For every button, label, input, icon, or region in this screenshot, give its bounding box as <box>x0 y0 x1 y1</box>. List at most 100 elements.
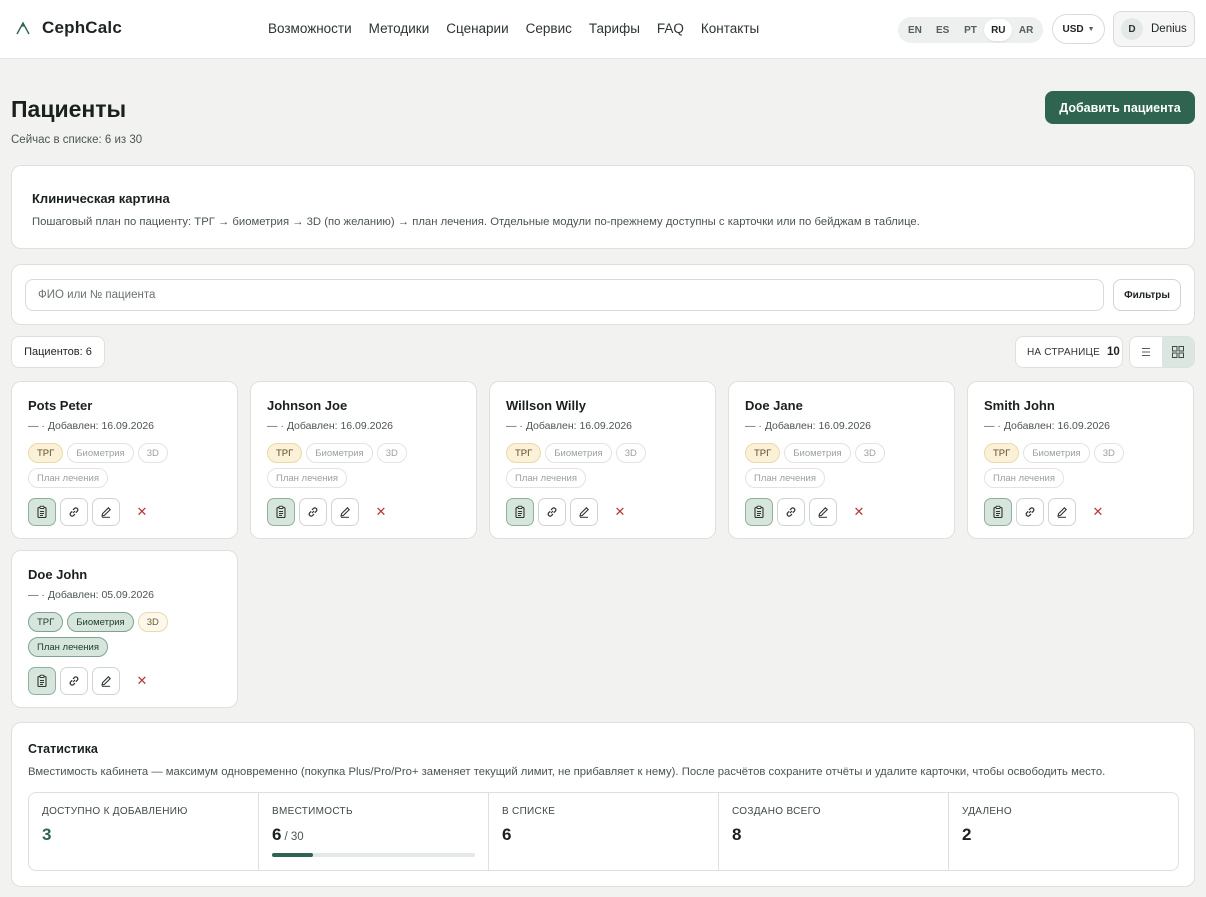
share-link-button[interactable] <box>1016 498 1044 526</box>
nav-faq[interactable]: FAQ <box>657 21 684 36</box>
patients-count: Пациентов: 6 <box>11 336 105 368</box>
module-badge[interactable]: Биометрия <box>545 443 612 463</box>
edit-patient-button[interactable] <box>331 498 359 526</box>
brand-logo[interactable]: CephCalc <box>14 17 122 39</box>
patient-name[interactable]: Pots Peter <box>28 398 92 413</box>
nav-contacts[interactable]: Контакты <box>701 21 759 36</box>
module-badge[interactable]: 3D <box>137 612 168 632</box>
stat-label: УДАЛЕНО <box>962 806 1012 817</box>
module-badge[interactable]: Биометрия <box>306 443 373 463</box>
nav-pricing[interactable]: Тарифы <box>589 21 640 36</box>
module-badge[interactable]: Биометрия <box>784 443 851 463</box>
module-badge[interactable]: План лечения <box>745 468 825 488</box>
open-clinical-button[interactable] <box>506 498 534 526</box>
nav-methods[interactable]: Методики <box>369 21 430 36</box>
patient-name[interactable]: Willson Willy <box>506 398 586 413</box>
patient-name[interactable]: Doe John <box>28 567 87 582</box>
share-link-button[interactable] <box>60 498 88 526</box>
module-badge[interactable]: ТРГ <box>28 612 64 632</box>
filters-button[interactable]: Фильтры <box>1113 279 1181 311</box>
user-menu[interactable]: D Denius <box>1113 11 1195 47</box>
grid-view-button[interactable] <box>1162 337 1194 367</box>
lang-ru[interactable]: RU <box>984 19 1013 41</box>
module-badge[interactable]: Биометрия <box>67 612 134 632</box>
module-badge[interactable]: План лечения <box>28 637 108 657</box>
module-badge[interactable]: ТРГ <box>745 443 781 463</box>
share-link-button[interactable] <box>777 498 805 526</box>
clipboard-icon <box>752 505 766 519</box>
lang-en[interactable]: EN <box>901 19 929 41</box>
delete-patient-button[interactable]: ✕ <box>845 498 873 526</box>
view-toggle <box>1129 336 1195 368</box>
module-badges: ТРГ Биометрия 3D План лечения <box>28 443 228 488</box>
module-badge[interactable]: План лечения <box>28 468 108 488</box>
delete-patient-button[interactable]: ✕ <box>606 498 634 526</box>
close-icon: ✕ <box>853 504 865 519</box>
edit-patient-button[interactable] <box>570 498 598 526</box>
module-badge[interactable]: ТРГ <box>984 443 1020 463</box>
stat-capacity: ВМЕСТИМОСТЬ 6/ 30 <box>259 793 489 870</box>
module-badge[interactable]: План лечения <box>506 468 586 488</box>
delete-patient-button[interactable]: ✕ <box>1084 498 1112 526</box>
open-clinical-button[interactable] <box>745 498 773 526</box>
link-icon <box>67 505 81 519</box>
module-badges: ТРГ Биометрия 3D План лечения <box>267 443 467 488</box>
share-link-button[interactable] <box>299 498 327 526</box>
share-link-button[interactable] <box>538 498 566 526</box>
patient-name[interactable]: Johnson Joe <box>267 398 347 413</box>
open-clinical-button[interactable] <box>28 667 56 695</box>
main-nav: Возможности Методики Сценарии Сервис Тар… <box>268 21 759 36</box>
module-badge[interactable]: 3D <box>137 443 168 463</box>
patient-name[interactable]: Doe Jane <box>745 398 803 413</box>
delete-patient-button[interactable]: ✕ <box>367 498 395 526</box>
lang-es[interactable]: ES <box>929 19 957 41</box>
nav-scenarios[interactable]: Сценарии <box>446 21 508 36</box>
module-badge[interactable]: ТРГ <box>28 443 64 463</box>
link-icon <box>784 505 798 519</box>
edit-patient-button[interactable] <box>1048 498 1076 526</box>
module-badge[interactable]: План лечения <box>267 468 347 488</box>
open-clinical-button[interactable] <box>267 498 295 526</box>
delete-patient-button[interactable]: ✕ <box>128 667 156 695</box>
module-badge[interactable]: ТРГ <box>506 443 542 463</box>
edit-patient-button[interactable] <box>92 667 120 695</box>
module-badge[interactable]: 3D <box>1093 443 1124 463</box>
delete-patient-button[interactable]: ✕ <box>128 498 156 526</box>
open-clinical-button[interactable] <box>28 498 56 526</box>
edit-patient-button[interactable] <box>92 498 120 526</box>
stats-description: Вместимость кабинета — максимум одноврем… <box>28 766 1106 778</box>
share-link-button[interactable] <box>60 667 88 695</box>
list-view-button[interactable] <box>1130 337 1162 367</box>
lang-pt[interactable]: PT <box>957 19 985 41</box>
patient-card[interactable]: Doe Jane — · Добавлен: 16.09.2026 ТРГ Биоме… <box>728 381 955 539</box>
currency-select[interactable]: USD ▼ <box>1052 14 1105 44</box>
module-badge[interactable]: Биометрия <box>67 443 134 463</box>
capacity-progress-bar <box>272 853 475 857</box>
patient-card[interactable]: Johnson Joe — · Добавлен: 16.09.2026 ТРГ Би… <box>250 381 477 539</box>
clinical-title: Клиническая картина <box>32 191 170 206</box>
language-switcher: EN ES PT RU AR <box>898 17 1043 43</box>
module-badge[interactable]: 3D <box>615 443 646 463</box>
open-clinical-button[interactable] <box>984 498 1012 526</box>
per-page-select[interactable]: НА СТРАНИЦЕ 10 <box>1015 336 1123 368</box>
lang-ar[interactable]: AR <box>1012 19 1040 41</box>
module-badge[interactable]: План лечения <box>984 468 1064 488</box>
patient-card[interactable]: Doe John — · Добавлен: 05.09.2026 ТРГ Биоме… <box>11 550 238 708</box>
close-icon: ✕ <box>614 504 626 519</box>
edit-patient-button[interactable] <box>809 498 837 526</box>
nav-service[interactable]: Сервис <box>526 21 572 36</box>
patient-name[interactable]: Smith John <box>984 398 1055 413</box>
patient-card[interactable]: Pots Peter — · Добавлен: 16.09.2026 ТРГ Био… <box>11 381 238 539</box>
patient-card[interactable]: Willson Willy — · Добавлен: 16.09.2026 ТРГ… <box>489 381 716 539</box>
page-title: Пациенты <box>11 96 127 122</box>
module-badge[interactable]: 3D <box>376 443 407 463</box>
nav-features[interactable]: Возможности <box>268 21 352 36</box>
patient-card[interactable]: Smith John — · Добавлен: 16.09.2026 ТРГ Био… <box>967 381 1194 539</box>
stat-value: 6 <box>272 825 282 844</box>
module-badge[interactable]: Биометрия <box>1023 443 1090 463</box>
module-badge[interactable]: 3D <box>854 443 885 463</box>
module-badges: ТРГ Биометрия 3D План лечения <box>984 443 1184 488</box>
add-patient-button[interactable]: Добавить пациента <box>1045 91 1195 124</box>
search-input[interactable] <box>25 279 1104 311</box>
module-badge[interactable]: ТРГ <box>267 443 303 463</box>
